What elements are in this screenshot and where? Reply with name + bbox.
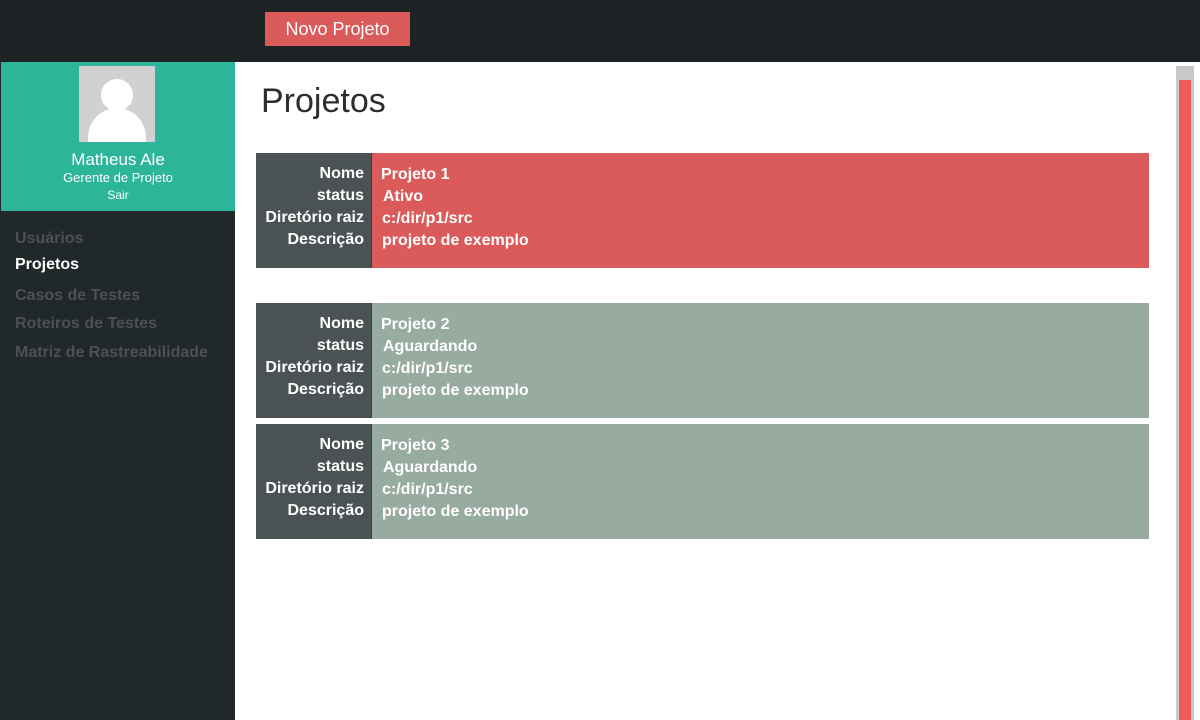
avatar-body-shape (88, 108, 146, 142)
sidebar: Matheus Ale Gerente de Projeto Sair Usuá… (0, 62, 235, 720)
description-label: Descrição (287, 231, 365, 248)
sidebar-item-usuarios[interactable]: Usuários (15, 230, 83, 248)
page-title: Projetos (261, 82, 386, 120)
user-role: Gerente de Projeto (63, 170, 173, 185)
user-name: Matheus Ale (71, 150, 165, 169)
project-card[interactable]: Nome status Diretório raiz Descrição Pro… (256, 153, 1149, 268)
scrollbar-thumb[interactable] (1179, 80, 1191, 720)
status-label: status (316, 187, 364, 204)
project-card-labels: Nome status Diretório raiz Descrição (256, 303, 372, 418)
project-card-labels: Nome status Diretório raiz Descrição (256, 153, 372, 268)
project-name: Projeto 2 (381, 316, 450, 333)
sidebar-item-casos-de-testes[interactable]: Casos de Testes (15, 287, 140, 305)
root-dir-label: Diretório raiz (265, 480, 364, 497)
project-card-values: Projeto 3 Aguardando c:/dir/p1/src proje… (372, 424, 1149, 539)
project-name: Projeto 3 (381, 437, 450, 454)
project-root-dir: c:/dir/p1/src (382, 210, 473, 227)
logout-link[interactable]: Sair (1, 188, 235, 202)
project-card-labels: Nome status Diretório raiz Descrição (256, 424, 372, 539)
project-description: projeto de exemplo (382, 503, 529, 520)
project-status: Aguardando (383, 338, 478, 355)
root-dir-label: Diretório raiz (265, 209, 364, 226)
sidebar-item-projetos[interactable]: Projetos (15, 256, 79, 274)
user-profile-panel: Matheus Ale Gerente de Projeto Sair (1, 62, 235, 211)
sidebar-item-matriz-de-rastreabilidade[interactable]: Matriz de Rastreabilidade (15, 344, 208, 362)
project-root-dir: c:/dir/p1/src (382, 360, 473, 377)
new-project-button[interactable]: Novo Projeto (265, 12, 410, 46)
description-label: Descrição (287, 502, 365, 519)
project-status: Aguardando (383, 459, 478, 476)
project-card-values: Projeto 2 Aguardando c:/dir/p1/src proje… (372, 303, 1149, 418)
top-bar: Novo Projeto (0, 0, 1200, 62)
vertical-scrollbar[interactable] (1176, 66, 1194, 720)
root-dir-label: Diretório raiz (265, 359, 364, 376)
description-label: Descrição (287, 381, 365, 398)
project-description: projeto de exemplo (382, 232, 529, 249)
status-label: status (316, 337, 364, 354)
main-content: Projetos Nome status Diretório raiz Desc… (235, 62, 1175, 720)
project-card[interactable]: Nome status Diretório raiz Descrição Pro… (256, 424, 1149, 539)
project-name: Projeto 1 (381, 166, 450, 183)
project-root-dir: c:/dir/p1/src (382, 481, 473, 498)
sidebar-item-roteiros-de-testes[interactable]: Roteiros de Testes (15, 315, 157, 333)
project-card[interactable]: Nome status Diretório raiz Descrição Pro… (256, 303, 1149, 418)
avatar (79, 66, 155, 142)
status-label: status (316, 458, 364, 475)
project-status: Ativo (383, 188, 423, 205)
project-description: projeto de exemplo (382, 382, 529, 399)
avatar-head-shape (101, 79, 133, 111)
name-label: Nome (319, 315, 364, 332)
name-label: Nome (319, 165, 364, 182)
name-label: Nome (319, 436, 364, 453)
project-card-values: Projeto 1 Ativo c:/dir/p1/src projeto de… (372, 153, 1149, 268)
